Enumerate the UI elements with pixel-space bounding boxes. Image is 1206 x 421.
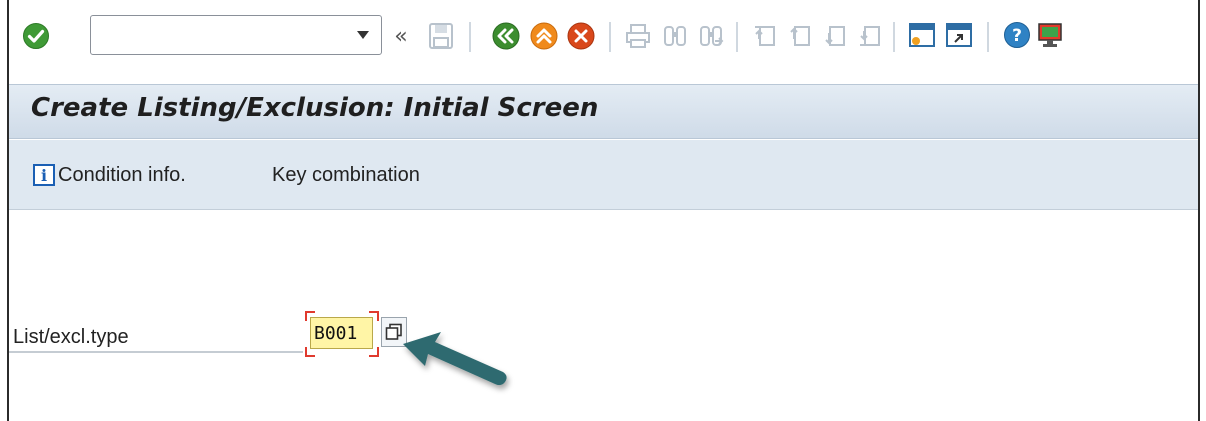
list-excl-type-field xyxy=(305,311,379,357)
customize-layout-button[interactable] xyxy=(1035,20,1065,50)
list-excl-type-label: List/excl.type xyxy=(13,326,129,348)
key-combination-button[interactable]: Key combination xyxy=(272,158,420,192)
create-session-button[interactable] xyxy=(907,20,937,50)
application-toolbar: i Condition info. Key combination xyxy=(9,140,1198,210)
create-session-icon xyxy=(909,23,935,47)
next-page-button[interactable] xyxy=(821,22,849,50)
toolbar-separator xyxy=(893,22,895,52)
previous-page-button[interactable] xyxy=(786,22,814,50)
back-button[interactable] xyxy=(490,20,522,52)
toolbar-separator xyxy=(736,22,738,52)
condition-info-button[interactable]: i Condition info. xyxy=(33,158,186,192)
shortcut-button[interactable] xyxy=(944,20,974,50)
toolbar-separator xyxy=(469,22,471,52)
title-bar: Create Listing/Exclusion: Initial Screen xyxy=(9,84,1198,139)
help-button[interactable]: ? xyxy=(1002,20,1032,50)
page-title: Create Listing/Exclusion: Initial Screen xyxy=(31,93,599,123)
customize-layout-icon xyxy=(1038,23,1062,47)
print-button[interactable] xyxy=(624,22,652,50)
exit-button[interactable] xyxy=(528,20,560,52)
condition-info-label: Condition info. xyxy=(58,163,186,186)
command-dropdown-button[interactable] xyxy=(351,16,375,54)
first-page-icon xyxy=(755,26,775,46)
shortcut-icon xyxy=(946,23,972,47)
back-icon xyxy=(492,22,520,50)
list-excl-type-input[interactable] xyxy=(310,317,373,349)
collapse-button[interactable]: « xyxy=(389,20,413,52)
pointer-arrow-icon xyxy=(403,332,507,386)
command-input[interactable] xyxy=(91,16,341,54)
cancel-button[interactable] xyxy=(565,20,597,52)
enter-icon xyxy=(23,23,49,49)
command-field[interactable] xyxy=(90,15,382,55)
find-button[interactable] xyxy=(661,22,689,50)
first-page-button[interactable] xyxy=(751,22,779,50)
key-combination-label: Key combination xyxy=(272,163,420,186)
save-icon xyxy=(429,23,453,49)
toolbar-separator xyxy=(609,22,611,52)
next-page-icon xyxy=(825,26,845,46)
previous-page-icon xyxy=(790,26,810,46)
cancel-icon xyxy=(567,22,595,50)
find-icon xyxy=(664,26,686,46)
command-dropdown-icon xyxy=(357,31,369,39)
print-icon xyxy=(626,24,650,48)
find-next-button[interactable] xyxy=(697,22,725,50)
last-page-button[interactable] xyxy=(856,22,884,50)
help-icon: ? xyxy=(1004,22,1030,48)
last-page-icon xyxy=(860,26,880,46)
find-next-icon xyxy=(700,26,724,46)
save-button[interactable] xyxy=(427,22,455,50)
sap-window: « ? Create Listing/Exclusion: Initial Sc… xyxy=(7,0,1200,421)
collapse-icon: « xyxy=(394,23,408,49)
info-icon: i xyxy=(33,164,55,186)
toolbar-separator xyxy=(987,22,989,52)
enter-button[interactable] xyxy=(22,22,50,50)
svg-text:?: ? xyxy=(1012,26,1022,46)
standard-toolbar: « ? xyxy=(9,0,1198,76)
exit-icon xyxy=(530,22,558,50)
field-underline xyxy=(9,351,303,353)
